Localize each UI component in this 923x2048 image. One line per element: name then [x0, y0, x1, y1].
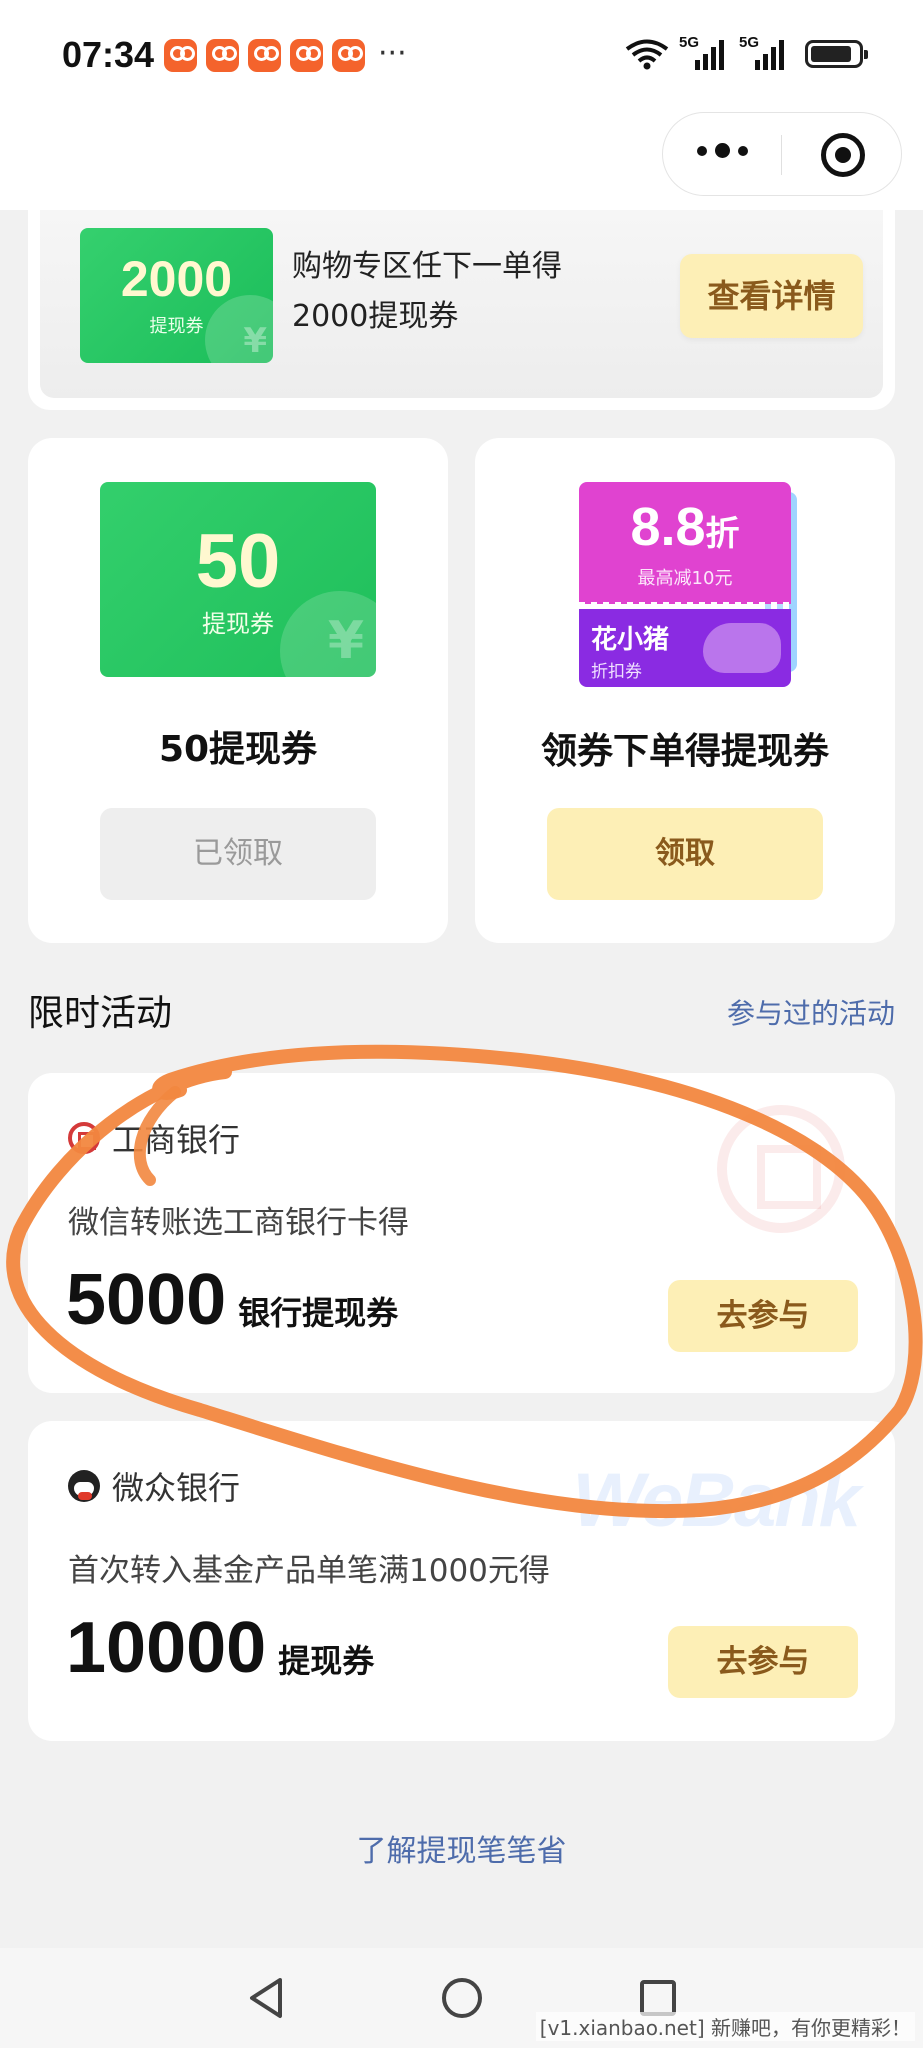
- shopping-promo-card: ¥ 2000 提现券 购物专区任下一单得 2000提现券 查看详情: [28, 210, 895, 410]
- signal-icon: 5G: [739, 34, 789, 70]
- recent-apps-icon[interactable]: [640, 1980, 676, 2016]
- discount-value: 8.8: [630, 497, 706, 557]
- claim-button[interactable]: 领取: [547, 808, 823, 900]
- discount-coupon-card: 8.8折 最高减10元 花小猪 折扣券 领券下单得提现券 领取: [475, 438, 895, 943]
- battery-icon: [805, 40, 868, 68]
- reward-unit: 提现券: [278, 1642, 375, 1680]
- activity-card-icbc: 工商银行 微信转账选工商银行卡得 5000 银行提现券 去参与: [28, 1073, 895, 1393]
- voucher-50-card: ¥ 50 提现券 50提现券 已领取: [28, 438, 448, 943]
- system-navigation-bar: [v1.xianbao.net] 新赚吧，有你更精彩！: [0, 1948, 923, 2048]
- bank-header: 工商银行: [68, 1115, 240, 1161]
- back-icon[interactable]: [246, 1976, 286, 2020]
- site-watermark: [v1.xianbao.net] 新赚吧，有你更精彩！: [535, 2012, 915, 2041]
- pig-icon: [703, 623, 781, 673]
- bank-name: 工商银行: [112, 1121, 241, 1159]
- voucher-label: 提现券: [149, 316, 204, 337]
- join-button[interactable]: 去参与: [668, 1626, 858, 1698]
- status-indicators: 5G 5G: [625, 34, 868, 70]
- reward-unit: 银行提现券: [238, 1294, 399, 1332]
- reward-amount: 5000: [66, 1260, 227, 1340]
- mini-program-capsule: [662, 112, 902, 196]
- bank-name: 微众银行: [112, 1469, 241, 1507]
- activity-description: 首次转入基金产品单笔满1000元得: [68, 1553, 550, 1589]
- claimed-button[interactable]: 已领取: [100, 808, 376, 900]
- view-details-button[interactable]: 查看详情: [680, 254, 863, 338]
- mini-program-header: [0, 110, 923, 210]
- coupon-brand-section: 花小猪 折扣券: [579, 609, 791, 687]
- activity-card-webank: WeBank 微众银行 首次转入基金产品单笔满1000元得 10000 提现券 …: [28, 1421, 895, 1741]
- voucher-amount: 2000: [120, 251, 233, 307]
- learn-more-link[interactable]: 了解提现笔笔省: [0, 1826, 923, 1870]
- activity-reward: 10000 提现券: [66, 1607, 374, 1689]
- section-title: 限时活动: [28, 993, 173, 1034]
- coupon-discount-section: 8.8折 最高减10元: [579, 482, 791, 604]
- promo-desc-line2: 2000提现券: [292, 299, 459, 334]
- discount-unit: 折: [705, 515, 740, 553]
- discount-cap: 最高减10元: [637, 568, 733, 589]
- app-notification-icon: [206, 39, 239, 72]
- more-menu-icon[interactable]: [697, 143, 748, 158]
- status-time: 07:34: [62, 34, 155, 75]
- voucher-2000-image: ¥ 2000 提现券: [80, 228, 273, 363]
- activity-description: 微信转账选工商银行卡得: [68, 1205, 409, 1241]
- capsule-divider: [781, 135, 782, 175]
- discount-coupon-image: 8.8折 最高减10元 花小猪 折扣券: [579, 482, 799, 694]
- wifi-icon: [625, 39, 669, 70]
- signal-icon: 5G: [679, 34, 729, 70]
- voucher-label: 提现券: [202, 610, 274, 638]
- coupon-kind: 折扣券: [591, 662, 642, 682]
- voucher-50-image: ¥ 50 提现券: [100, 482, 376, 677]
- app-notification-icon: [332, 39, 365, 72]
- coupon-brand: 花小猪: [591, 625, 670, 655]
- promo-card-inner: ¥ 2000 提现券 购物专区任下一单得 2000提现券 查看详情: [40, 210, 883, 398]
- app-notification-icon: [248, 39, 281, 72]
- bank-header: 微众银行: [68, 1463, 240, 1509]
- notification-icons: [164, 39, 365, 72]
- home-icon[interactable]: [442, 1978, 482, 2018]
- icbc-watermark-logo: [717, 1105, 845, 1233]
- voucher-amount: 50: [195, 519, 281, 604]
- promo-desc-line1: 购物专区任下一单得: [292, 249, 562, 284]
- close-mini-program-icon[interactable]: [821, 133, 865, 177]
- activity-reward: 5000 银行提现券: [66, 1259, 398, 1341]
- webank-penguin-icon: [68, 1470, 100, 1502]
- icbc-logo-icon: [68, 1122, 100, 1154]
- card-title: 领券下单得提现券: [540, 731, 829, 772]
- participated-activities-link[interactable]: 参与过的活动: [727, 992, 895, 1032]
- app-notification-icon: [290, 39, 323, 72]
- more-notifications-indicator: ···: [378, 36, 407, 71]
- status-bar: 07:34 ··· 5G 5G: [0, 0, 923, 110]
- app-notification-icon: [164, 39, 197, 72]
- webank-watermark-logo: WeBank: [572, 1458, 861, 1543]
- reward-amount: 10000: [66, 1608, 267, 1688]
- promo-description: 购物专区任下一单得 2000提现券: [292, 242, 562, 342]
- card-title: 50提现券: [158, 729, 318, 770]
- join-button[interactable]: 去参与: [668, 1280, 858, 1352]
